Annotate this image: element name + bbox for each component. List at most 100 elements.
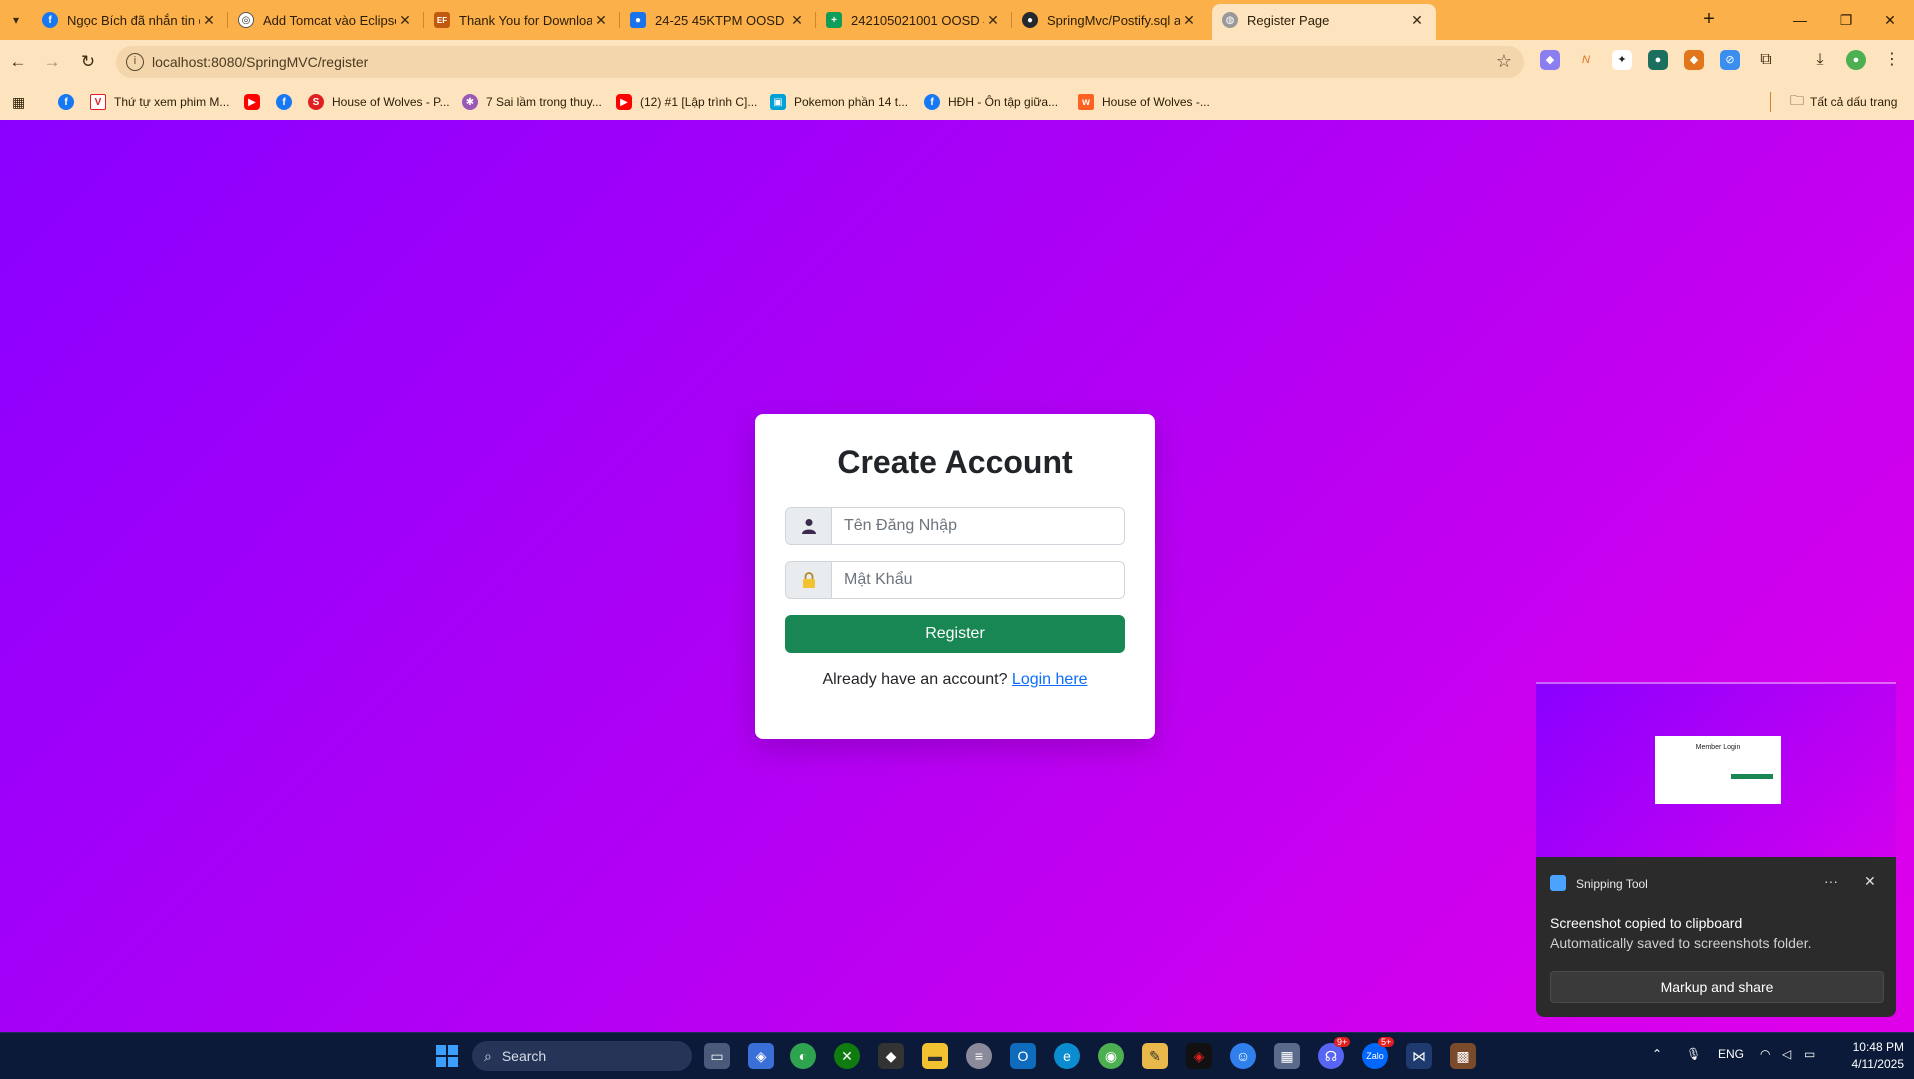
screenshot-preview[interactable]: Member Login bbox=[1536, 682, 1896, 857]
extension-icon[interactable]: ✦ bbox=[1612, 50, 1632, 70]
all-bookmarks-folder[interactable]: 🗀 Tất cả dấu trang bbox=[1790, 92, 1897, 112]
register-button[interactable]: Register bbox=[785, 615, 1125, 653]
tab-title: Thank You for Downloading Ec bbox=[459, 12, 592, 28]
copilot-icon[interactable]: ◈ bbox=[748, 1043, 774, 1069]
tab-close-icon[interactable]: ✕ bbox=[200, 12, 218, 29]
tab-1[interactable]: f Ngọc Bích đã nhắn tin cho bạn ✕ bbox=[32, 4, 228, 36]
contacts-icon: ● bbox=[630, 12, 646, 28]
people-icon[interactable]: ☺ bbox=[1230, 1043, 1256, 1069]
youtube-icon: ▶ bbox=[244, 94, 260, 110]
facebook-icon: f bbox=[42, 12, 58, 28]
windows-start-icon[interactable] bbox=[434, 1043, 460, 1069]
bookmark-star-icon[interactable]: ☆ bbox=[1496, 51, 1512, 72]
bookmark-item[interactable]: f bbox=[58, 92, 82, 112]
tab-close-icon[interactable]: ✕ bbox=[984, 12, 1002, 29]
edge-icon[interactable]: e bbox=[1054, 1043, 1080, 1069]
tab-close-icon[interactable]: ✕ bbox=[788, 12, 806, 29]
username-input-group bbox=[785, 507, 1125, 545]
tab-4[interactable]: ● 24-25 45KTPM OOSD ✕ bbox=[620, 4, 816, 36]
bookmark-item[interactable]: w House of Wolves -... bbox=[1078, 92, 1210, 112]
bookmark-item[interactable]: S House of Wolves - P... bbox=[308, 92, 450, 112]
address-bar[interactable]: i localhost:8080/SpringMVC/register ☆ bbox=[116, 46, 1524, 78]
facebook-icon: f bbox=[58, 94, 74, 110]
task-view-icon[interactable]: ▭ bbox=[704, 1043, 730, 1069]
bookmark-item[interactable]: f HĐH - Ôn tập giữa... bbox=[924, 92, 1058, 112]
tab-search-chevron-icon[interactable]: ▾ bbox=[4, 8, 28, 32]
reload-icon[interactable]: ↻ bbox=[76, 50, 100, 74]
chevron-up-icon[interactable]: ⌃ bbox=[1652, 1047, 1662, 1061]
address-url[interactable]: localhost:8080/SpringMVC/register bbox=[152, 54, 368, 70]
file-explorer-icon[interactable]: ▬ bbox=[922, 1043, 948, 1069]
password-input[interactable] bbox=[832, 562, 1124, 598]
clock[interactable]: 10:48 PM 4/11/2025 bbox=[1840, 1039, 1905, 1073]
new-tab-plus-icon[interactable]: + bbox=[1697, 8, 1721, 32]
bookmark-item[interactable]: f bbox=[276, 92, 300, 112]
notification-close-icon[interactable]: ✕ bbox=[1864, 873, 1876, 890]
app-icon[interactable]: ▩ bbox=[1450, 1043, 1476, 1069]
more-options-icon[interactable]: ··· bbox=[1824, 873, 1838, 889]
tab-close-icon[interactable]: ✕ bbox=[592, 12, 610, 29]
tab-close-icon[interactable]: ✕ bbox=[396, 12, 414, 29]
extension-icon[interactable]: ⊘ bbox=[1720, 50, 1740, 70]
vocab-icon: V bbox=[90, 94, 106, 110]
tab-2[interactable]: ◎ Add Tomcat vào Eclipse ✕ bbox=[228, 4, 424, 36]
bookmark-item[interactable]: ✱ 7 Sai lầm trong thuy... bbox=[462, 92, 602, 112]
chrome-icon[interactable]: ◉ bbox=[1098, 1043, 1124, 1069]
eclipse-icon: EF bbox=[434, 12, 450, 28]
metamask-icon[interactable]: ◆ bbox=[1684, 50, 1704, 70]
apps-grid-icon[interactable]: ▦ bbox=[12, 92, 25, 112]
menu-kebab-icon[interactable]: ⋮ bbox=[1882, 50, 1902, 70]
visual-studio-icon[interactable]: ⋈ bbox=[1406, 1043, 1432, 1069]
bookmark-item[interactable]: ▣ Pokemon phần 14 t... bbox=[770, 92, 908, 112]
extension-icon[interactable]: ● bbox=[1648, 50, 1668, 70]
outlook-icon[interactable]: O bbox=[1010, 1043, 1036, 1069]
markup-and-share-button[interactable]: Markup and share bbox=[1550, 971, 1884, 1003]
tab-close-icon[interactable]: ✕ bbox=[1408, 12, 1426, 29]
database-icon[interactable]: ≡ bbox=[966, 1043, 992, 1069]
app-icon[interactable]: ▦ bbox=[1274, 1043, 1300, 1069]
battery-icon[interactable]: ▭ bbox=[1804, 1047, 1815, 1061]
tab-5[interactable]: + 242105021001 OOSD 45KTPM ✕ bbox=[816, 4, 1012, 36]
app-icon[interactable]: ◈ bbox=[1186, 1043, 1212, 1069]
microphone-icon[interactable]: 🎙 bbox=[1686, 1047, 1701, 1061]
minimize-icon[interactable]: — bbox=[1780, 8, 1820, 32]
taskbar-search[interactable]: ⌕ Search bbox=[472, 1041, 692, 1071]
forward-arrow-icon[interactable]: → bbox=[40, 50, 64, 74]
taskbar: ⌕ Search ▭ ◈ ◐ ✕ ◆ ▬ ≡ O e ◉ ✎ ◈ ☺ ▦ ☊ 9… bbox=[0, 1032, 1914, 1079]
site-info-icon[interactable]: i bbox=[126, 53, 144, 71]
window-close-icon[interactable]: ✕ bbox=[1870, 8, 1910, 32]
volume-icon[interactable]: ◁ bbox=[1782, 1047, 1791, 1061]
login-link[interactable]: Login here bbox=[1012, 671, 1088, 688]
app-icon[interactable]: ✎ bbox=[1142, 1043, 1168, 1069]
github-icon: ● bbox=[1022, 12, 1038, 28]
tab-6[interactable]: ● SpringMvc/Postify.sql at main ✕ bbox=[1012, 4, 1208, 36]
bookmark-item[interactable]: V Thứ tự xem phim M... bbox=[90, 92, 229, 112]
bookmark-item[interactable]: ▶ (12) #1 [Lập trình C]... bbox=[616, 92, 757, 112]
tab-3[interactable]: EF Thank You for Downloading Ec ✕ bbox=[424, 4, 620, 36]
extension-icon[interactable]: ◆ bbox=[1540, 50, 1560, 70]
app-icon[interactable]: ◐ bbox=[790, 1043, 816, 1069]
xbox-icon[interactable]: ✕ bbox=[834, 1043, 860, 1069]
user-icon bbox=[786, 508, 832, 544]
profile-avatar-icon[interactable]: ● bbox=[1846, 50, 1866, 70]
bookmark-item[interactable]: ▶ bbox=[244, 92, 268, 112]
extension-icon[interactable]: N bbox=[1576, 50, 1596, 70]
folder-icon: 🗀 bbox=[1790, 92, 1804, 108]
tab-register-page[interactable]: ◍ Register Page ✕ bbox=[1212, 4, 1436, 40]
download-icon[interactable]: ⤓ bbox=[1810, 50, 1830, 70]
restore-icon[interactable]: ❐ bbox=[1826, 8, 1866, 32]
password-input-group bbox=[785, 561, 1125, 599]
wifi-icon[interactable]: ◠ bbox=[1760, 1047, 1770, 1061]
unity-icon[interactable]: ◆ bbox=[878, 1043, 904, 1069]
page-title: Create Account bbox=[837, 444, 1073, 480]
tab-title: Add Tomcat vào Eclipse bbox=[263, 12, 396, 28]
puzzle-extensions-icon[interactable]: ⧉ bbox=[1756, 50, 1776, 70]
bookmarks-bar: ▦ f V Thứ tự xem phim M... ▶ f S House of … bbox=[0, 84, 1914, 120]
username-input[interactable] bbox=[832, 508, 1124, 544]
tab-close-icon[interactable]: ✕ bbox=[1180, 12, 1198, 29]
back-arrow-icon[interactable]: ← bbox=[6, 50, 30, 74]
language-indicator[interactable]: ENG bbox=[1718, 1047, 1744, 1061]
wattpad-icon: w bbox=[1078, 94, 1094, 110]
tab-title: 242105021001 OOSD 45KTPM bbox=[851, 12, 984, 28]
snipping-tool-icon bbox=[1550, 875, 1566, 891]
